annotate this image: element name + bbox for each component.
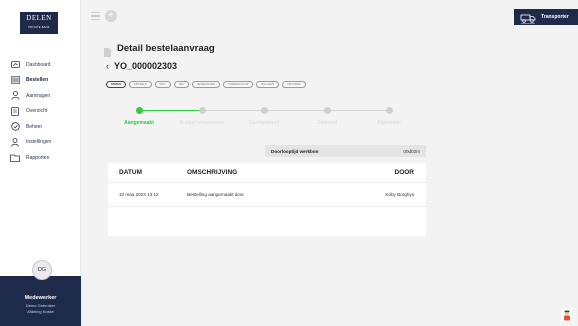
- document-icon: [10, 106, 20, 116]
- step-label-afgesloten[interactable]: Afgesloten: [359, 120, 419, 126]
- cell-by: Kirby Borghys: [385, 192, 414, 197]
- page-title: Detail bestelaanvraag: [104, 43, 215, 57]
- table-row[interactable]: 10 maa 2023 13:12 Bestelling aangemaakt …: [108, 183, 426, 207]
- step-dot-geleverd[interactable]: [324, 107, 331, 114]
- avatar[interactable]: DG: [32, 260, 52, 280]
- dashboard-icon: [10, 60, 20, 70]
- user-role: Medewerker: [24, 295, 57, 301]
- sidebar-item-instellingen[interactable]: Instellingen: [0, 135, 81, 151]
- duration-label: Doorlooptijd werkbon: [271, 148, 319, 154]
- duration-value: 00d02m: [403, 148, 420, 154]
- stepper-line-done: [140, 110, 202, 111]
- sidebar-item-label: Dashboard: [26, 61, 51, 68]
- sidebar-item-aanvragen[interactable]: Aanvragen: [0, 88, 81, 104]
- sidebar-item-label: Bestellen: [26, 77, 49, 84]
- sidebar-item-beheer[interactable]: Beheer: [0, 119, 81, 135]
- cell-description: Bestelling aangemaakt door: [187, 192, 244, 197]
- step-label-goedgekeurd[interactable]: Goedgekeurd: [234, 120, 294, 126]
- user-settings-icon: [10, 137, 20, 147]
- chevron-left-icon[interactable]: ‹: [106, 61, 109, 71]
- column-header-door[interactable]: DOOR: [346, 169, 426, 176]
- logo-name: DELEN: [26, 14, 52, 22]
- tab-status[interactable]: STATUS: [106, 81, 126, 88]
- order-number: YO_000002303: [114, 61, 178, 71]
- add-button[interactable]: +: [105, 10, 117, 22]
- table-header: DATUM OMSCHRIJVING DOOR: [108, 163, 426, 183]
- column-header-datum[interactable]: DATUM: [108, 169, 176, 176]
- user-name: Demo Gebruiker: [25, 303, 56, 308]
- sidebar: DELEN PRIVATE BANK Dashboard Bestellen A…: [0, 0, 81, 326]
- status-stepper: Aangemaakt Budget toegewezen Goedgekeurd…: [108, 105, 426, 133]
- bank-logo[interactable]: DELEN PRIVATE BANK: [20, 12, 58, 34]
- manage-icon: [10, 122, 20, 132]
- support-person-icon: [563, 310, 570, 321]
- sidebar-item-overzicht[interactable]: Overzicht: [0, 104, 81, 120]
- tab-bijlagen[interactable]: BIJLAGEN: [256, 81, 279, 88]
- sidebar-item-label: Aanvragen: [26, 92, 51, 99]
- step-dot-aangemaakt[interactable]: [136, 107, 143, 114]
- sidebar-item-label: Rapporten: [26, 154, 50, 161]
- user-department: Afdeling Kokke: [27, 309, 54, 314]
- back-to-list[interactable]: ‹ YO_000002303: [106, 61, 177, 71]
- hamburger-menu-icon[interactable]: [91, 12, 100, 20]
- tab-historiek[interactable]: HISTORIEK: [281, 81, 306, 88]
- sidebar-item-label: Instellingen: [26, 139, 52, 146]
- step-dot-budget[interactable]: [199, 107, 206, 114]
- transporter-label: Transporter: [541, 14, 569, 20]
- sidebar-nav: Dashboard Bestellen Aanvragen Overzicht …: [0, 57, 81, 166]
- user-panel[interactable]: DG Medewerker Demo Gebruiker Afdeling Ko…: [0, 260, 81, 326]
- duration-box: Doorlooptijd werkbon 00d02m: [265, 145, 426, 157]
- logo-tagline: PRIVATE BANK: [28, 26, 50, 29]
- cell-date: 10 maa 2023 13:12: [119, 192, 159, 197]
- tab-leverancier[interactable]: LEVERANCIER: [191, 81, 221, 88]
- folder-icon: [10, 153, 20, 163]
- history-table: DATUM OMSCHRIJVING DOOR 10 maa 2023 13:1…: [108, 163, 426, 236]
- page-title-text: Detail bestelaanvraag: [117, 43, 215, 54]
- detail-tabs: STATUS ARTIKELS INFO PDF LEVERANCIER COM…: [106, 81, 309, 88]
- tab-communicatie[interactable]: COMMUNICATIE: [223, 81, 254, 88]
- step-dot-goedgekeurd[interactable]: [261, 107, 268, 114]
- sidebar-item-rapporten[interactable]: Rapporten: [0, 150, 81, 166]
- stepper-line-pending: [202, 110, 390, 111]
- step-label-geleverd[interactable]: Geleverd: [297, 120, 357, 126]
- document-icon: [104, 44, 111, 57]
- truck-icon: [520, 11, 536, 24]
- support-avatar-button[interactable]: [561, 309, 572, 322]
- cart-icon: [10, 75, 20, 85]
- sidebar-item-bestellen[interactable]: Bestellen: [0, 73, 81, 89]
- people-icon: [10, 91, 20, 101]
- step-label-budget[interactable]: Budget toegewezen: [172, 120, 232, 126]
- sidebar-item-label: Overzicht: [26, 108, 48, 115]
- tab-pdf[interactable]: PDF: [173, 81, 189, 88]
- tab-artikels[interactable]: ARTIKELS: [129, 81, 152, 88]
- tab-info[interactable]: INFO: [154, 81, 171, 88]
- sidebar-item-dashboard[interactable]: Dashboard: [0, 57, 81, 73]
- column-header-omschrijving[interactable]: OMSCHRIJVING: [176, 169, 346, 176]
- step-label-aangemaakt[interactable]: Aangemaakt: [109, 120, 169, 126]
- transporter-button[interactable]: Transporter: [514, 9, 578, 25]
- sidebar-item-label: Beheer: [26, 123, 43, 130]
- step-dot-afgesloten[interactable]: [386, 107, 393, 114]
